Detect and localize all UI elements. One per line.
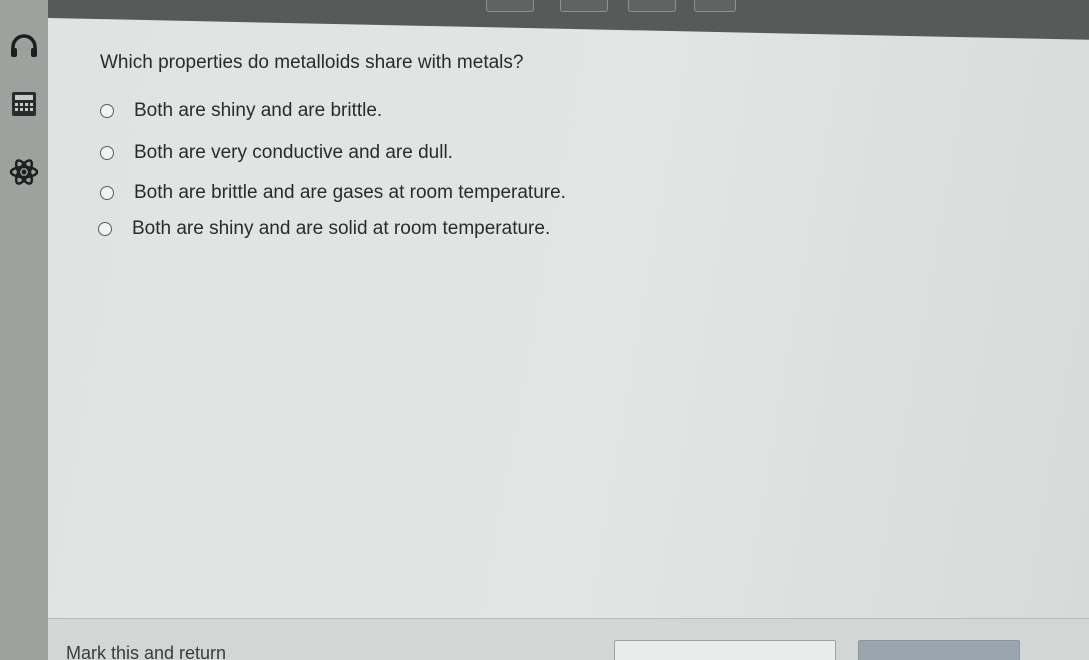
top-tab[interactable] bbox=[628, 0, 676, 12]
calculator-icon[interactable] bbox=[8, 88, 40, 120]
answer-option-label: Both are very conductive and are dull. bbox=[134, 142, 453, 163]
answer-option[interactable]: Both are shiny and are solid at room tem… bbox=[98, 218, 550, 240]
radio-button[interactable] bbox=[100, 146, 114, 160]
action-bar: Mark this and return bbox=[48, 618, 1089, 660]
radio-button[interactable] bbox=[100, 104, 114, 118]
tool-rail bbox=[0, 0, 48, 660]
atom-icon[interactable] bbox=[8, 156, 40, 188]
answer-option[interactable]: Both are shiny and are brittle. bbox=[100, 100, 382, 122]
save-button[interactable] bbox=[614, 640, 836, 660]
submit-button[interactable] bbox=[858, 640, 1020, 660]
radio-button[interactable] bbox=[98, 222, 112, 236]
answer-option[interactable]: Both are very conductive and are dull. bbox=[100, 142, 453, 164]
answer-option[interactable]: Both are brittle and are gases at room t… bbox=[100, 182, 566, 204]
answer-option-label: Both are shiny and are solid at room tem… bbox=[132, 218, 551, 239]
radio-button[interactable] bbox=[100, 186, 114, 200]
top-tab[interactable] bbox=[560, 0, 608, 12]
screen: Which properties do metalloids share wit… bbox=[0, 0, 1089, 660]
answer-option-label: Both are brittle and are gases at room t… bbox=[134, 182, 566, 203]
answer-option-label: Both are shiny and are brittle. bbox=[134, 100, 383, 121]
question-content: Which properties do metalloids share wit… bbox=[48, 18, 1089, 618]
mark-and-return-link[interactable]: Mark this and return bbox=[66, 643, 226, 660]
top-tab[interactable] bbox=[694, 0, 736, 12]
question-text: Which properties do metalloids share wit… bbox=[100, 52, 524, 73]
headphones-icon[interactable] bbox=[8, 30, 40, 62]
top-tab[interactable] bbox=[486, 0, 534, 12]
